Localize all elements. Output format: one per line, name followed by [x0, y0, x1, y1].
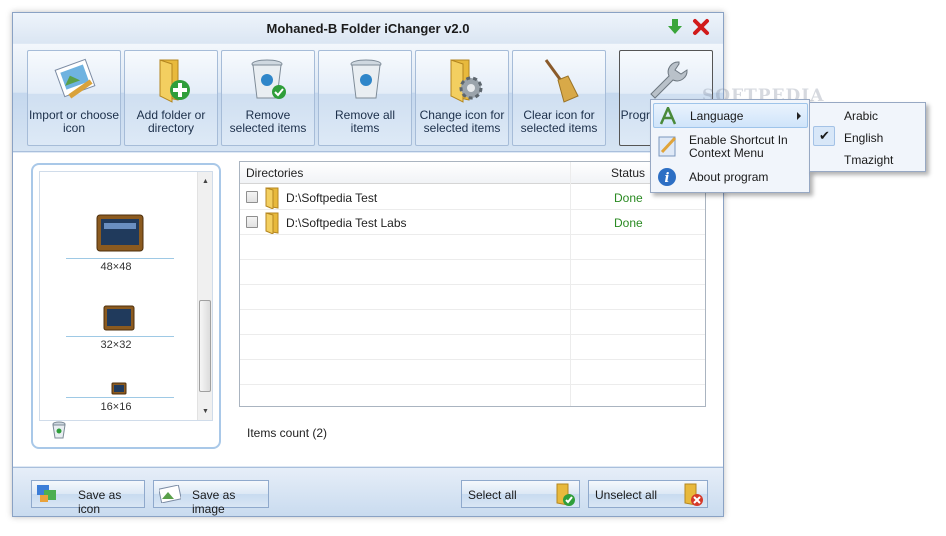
submenu-arrow-icon — [797, 112, 801, 120]
menu-language-label: Language — [690, 109, 744, 123]
save-icon-icon — [37, 485, 56, 502]
save-as-image-label: Save as image — [192, 488, 236, 516]
row-status: Done — [614, 191, 643, 205]
column-status[interactable]: Status — [611, 166, 645, 180]
column-directories[interactable]: Directories — [246, 166, 303, 180]
broom-icon — [544, 59, 579, 103]
letter-a-icon — [659, 107, 677, 125]
folder-icon — [265, 212, 279, 234]
selected-language-check: ✔ — [813, 126, 835, 146]
toolbar: Import or choose icon Add folder or dire… — [13, 44, 723, 152]
scroll-down-icon[interactable]: ▼ — [202, 408, 209, 415]
empty-row — [240, 335, 705, 360]
info-icon: i — [658, 168, 676, 186]
bottom-bar: Save as icon Save as image Select all Un… — [13, 467, 723, 516]
empty-row — [240, 310, 705, 335]
folder-check-icon — [556, 483, 575, 506]
size-label-48: 48×48 — [100, 261, 132, 273]
save-as-image-button[interactable]: Save as image — [153, 480, 269, 516]
empty-row — [240, 235, 705, 260]
tv-icon-32 — [103, 305, 135, 331]
pencil-doc-icon — [658, 136, 677, 157]
row-checkbox[interactable] — [246, 191, 258, 203]
app-window: Mohaned-B Folder iChanger v2.0 Import or… — [12, 12, 724, 517]
image-pencil-icon — [54, 58, 96, 99]
size-label-32: 32×32 — [100, 339, 132, 351]
language-option-arabic[interactable]: Arabic — [844, 109, 878, 123]
preview-scrollbar[interactable]: ▲ ▼ — [197, 172, 212, 420]
directories-list: Directories Status D:\Softpedia Test Don… — [239, 161, 706, 407]
save-image-icon — [159, 485, 181, 503]
menu-item-context-shortcut[interactable]: Enable Shortcut In Context Menu — [653, 131, 808, 163]
settings-menu: Language Enable Shortcut In Context Menu… — [650, 99, 810, 193]
add-folder-label: Add folder or directory — [136, 108, 206, 135]
select-all-label: Select all — [468, 488, 517, 502]
check-icon: ✔ — [819, 128, 830, 143]
select-all-button[interactable]: Select all — [461, 480, 580, 508]
folder-icon — [265, 187, 279, 209]
save-as-icon-label: Save as icon — [78, 488, 122, 516]
size-separator — [66, 397, 174, 398]
list-header: Directories Status — [240, 162, 705, 184]
unselect-all-button[interactable]: Unselect all — [588, 480, 708, 508]
size-separator — [66, 336, 174, 337]
folder-remove-icon — [684, 483, 703, 506]
change-icon-label: Change icon for selected items — [419, 108, 505, 135]
scroll-up-icon[interactable]: ▲ — [202, 178, 209, 185]
menu-item-about[interactable]: i About program — [653, 165, 808, 190]
unselect-all-label: Unselect all — [595, 488, 658, 502]
minimize-icon[interactable] — [665, 17, 685, 37]
recycle-bin-icon — [350, 59, 382, 99]
row-path: D:\Softpedia Test Labs — [286, 216, 407, 230]
language-option-english[interactable]: English — [844, 131, 883, 145]
clear-icon-button[interactable]: Clear icon for selected items — [512, 50, 606, 146]
table-row[interactable]: D:\Softpedia Test Labs Done — [240, 210, 705, 235]
icon-preview-panel: 48×48 32×32 16×16 ▲ ▼ — [31, 163, 221, 449]
change-icon-button[interactable]: Change icon for selected items — [415, 50, 509, 146]
remove-all-button[interactable]: Remove all items — [318, 50, 412, 146]
language-option-tmazight[interactable]: Tmazight — [844, 153, 893, 167]
save-as-icon-button[interactable]: Save as icon — [31, 480, 145, 516]
empty-row — [240, 285, 705, 310]
items-count: Items count (2) — [247, 426, 328, 440]
remove-selected-label: Remove selected items — [229, 108, 307, 135]
menu-about-label: About program — [689, 170, 769, 184]
scroll-thumb[interactable] — [199, 300, 211, 392]
clear-icon-label: Clear icon for selected items — [520, 108, 598, 135]
add-folder-button[interactable]: Add folder or directory — [124, 50, 218, 146]
empty-row — [240, 260, 705, 285]
remove-selected-button[interactable]: Remove selected items — [221, 50, 315, 146]
wrench-icon — [650, 61, 688, 99]
svg-text:i: i — [665, 171, 670, 186]
menu-item-language[interactable]: Language — [653, 103, 808, 128]
row-path: D:\Softpedia Test — [286, 191, 378, 205]
empty-row — [240, 360, 705, 385]
import-icon-button[interactable]: Import or choose icon — [27, 50, 121, 146]
size-separator — [66, 258, 174, 259]
import-icon-label: Import or choose icon — [28, 108, 120, 135]
row-status: Done — [614, 216, 643, 230]
delete-preview-icon[interactable] — [51, 421, 67, 439]
language-submenu: Arabic ✔ English Tmazight — [809, 102, 926, 172]
table-row[interactable]: D:\Softpedia Test Done — [240, 185, 705, 210]
folder-gear-icon — [450, 59, 483, 103]
window-title: Mohaned-B Folder iChanger v2.0 — [266, 21, 470, 36]
tv-icon-48 — [96, 214, 144, 252]
folder-add-icon — [159, 59, 190, 103]
menu-shortcut-label: Enable Shortcut In Context Menu — [689, 133, 788, 160]
tv-icon-16 — [111, 382, 127, 395]
main-content: 48×48 32×32 16×16 ▲ ▼ Directories Status… — [13, 153, 723, 466]
close-icon[interactable] — [691, 17, 711, 37]
remove-all-label: Remove all items — [334, 108, 396, 135]
icon-preview-area: 48×48 32×32 16×16 ▲ ▼ — [39, 171, 213, 421]
title-bar: Mohaned-B Folder iChanger v2.0 — [13, 13, 723, 43]
size-label-16: 16×16 — [100, 401, 132, 413]
row-checkbox[interactable] — [246, 216, 258, 228]
recycle-bin-check-icon — [251, 59, 286, 99]
